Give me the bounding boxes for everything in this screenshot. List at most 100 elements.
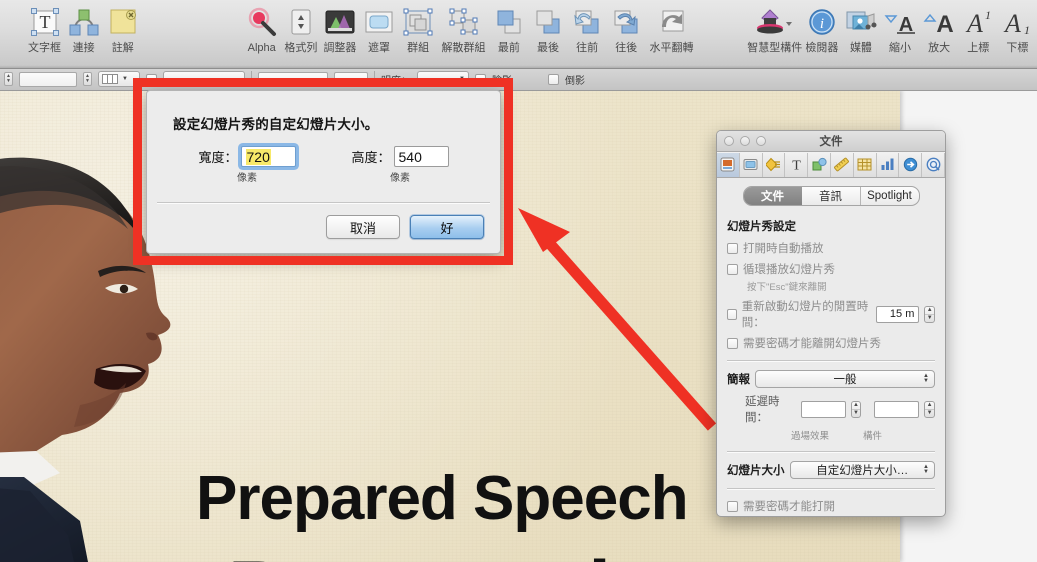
restart-idle-stepper[interactable]: ▲ ▼ — [924, 305, 935, 323]
delay-build-stepper[interactable]: ▲ ▼ — [924, 400, 935, 418]
checkbox-loop[interactable] — [727, 263, 738, 275]
svg-text:1: 1 — [1024, 23, 1030, 37]
superscript-icon: A 1 — [961, 3, 995, 41]
toolbar-button-adjust-image[interactable]: 調整器 — [320, 3, 359, 65]
toolbar-label: 遮罩 — [368, 42, 391, 54]
build-inspector-icon[interactable] — [763, 152, 786, 177]
inspector-titlebar[interactable]: 文件 — [717, 131, 945, 152]
toolbar-button-subscript[interactable]: A 1 下標 — [998, 3, 1037, 65]
toolbar-label: 格式列 — [284, 42, 318, 54]
stroke-width-field[interactable] — [334, 71, 368, 87]
checkbox-password-exit[interactable] — [727, 337, 738, 349]
height-input[interactable]: 540 — [393, 146, 449, 167]
checkbox-reflection[interactable] — [548, 73, 559, 85]
row-restart-idle[interactable]: 重新啟動幻燈片的閒置時間： 15 m ▲ ▼ — [727, 298, 935, 330]
slide-title[interactable]: Prepared Speech — [196, 468, 689, 530]
quicktime-inspector-icon[interactable] — [922, 152, 945, 177]
custom-slide-size-dialog[interactable]: 設定幻燈片秀的自定幻燈片大小。 寬度： 720 像素 高度： 540 像素 取消… — [146, 90, 501, 254]
toolbar-button-ungroup[interactable]: 解散群組 — [438, 3, 490, 65]
chart-inspector-icon[interactable] — [877, 152, 900, 177]
hyperlink-inspector-icon[interactable] — [899, 152, 923, 177]
toolbar-button-smart-builds[interactable]: 智慧型構件 — [747, 3, 802, 65]
metrics-inspector-icon[interactable] — [831, 152, 854, 177]
cancel-button[interactable]: 取消 — [326, 215, 400, 239]
delay-transition-input[interactable] — [800, 400, 846, 418]
tab-document[interactable]: 文件 — [743, 187, 802, 205]
width-input[interactable]: 720 — [240, 146, 296, 167]
checkbox-password-open[interactable] — [727, 500, 738, 512]
main-toolbar[interactable]: T 文字框 連接 註解 Alpha 格式列 調整器 遮罩 群組 解散群組 最前 … — [0, 0, 1037, 69]
toolbar-button-text-box[interactable]: T 文字框 — [25, 3, 64, 65]
slide-size-select[interactable]: 自定幻燈片大小… ▲ ▼ — [789, 461, 935, 479]
checkbox-shadow[interactable] — [475, 73, 486, 85]
line-spacing-field[interactable] — [19, 71, 77, 87]
toolbar-button-inspector[interactable]: i 檢閱器 — [802, 3, 841, 65]
stroke-field[interactable] — [258, 71, 328, 87]
row-password-open[interactable]: 需要密碼才能打開 — [727, 498, 935, 514]
toolbar-button-format-bar[interactable]: 格式列 — [281, 3, 320, 65]
toolbar-button-flip-horizontal[interactable]: 水平翻轉 — [646, 3, 698, 65]
label-presentation: 簡報 — [727, 374, 750, 386]
opacity-select[interactable]: ▼ — [417, 71, 469, 87]
font-bigger-icon: A — [922, 3, 956, 41]
columns-select[interactable]: ▼ — [98, 71, 140, 87]
table-inspector-icon[interactable] — [854, 152, 877, 177]
toolbar-label: 下標 — [1006, 42, 1029, 54]
inspector-tabs[interactable]: 文件 音訊 Spotlight — [742, 186, 920, 206]
bring-forward-icon — [570, 3, 604, 41]
toolbar-button-group[interactable]: 群組 — [399, 3, 438, 65]
row-loop[interactable]: 循環播放幻燈片秀 — [727, 261, 935, 277]
row-slide-size[interactable]: 幻燈片大小 自定幻燈片大小… ▲ ▼ — [727, 461, 935, 479]
presentation-type-select[interactable]: 一般 ▲ ▼ — [755, 370, 935, 388]
checkbox-fill[interactable] — [146, 73, 157, 85]
svg-text:i: i — [820, 16, 824, 32]
fill-color-select[interactable] — [163, 71, 245, 87]
text-inspector-icon[interactable]: T — [785, 152, 809, 177]
row-autoplay[interactable]: 打開時自動播放 — [727, 240, 935, 256]
toolbar-button-font-bigger[interactable]: A 放大 — [920, 3, 959, 65]
restart-idle-value[interactable]: 15 m — [875, 305, 920, 323]
label-password-open: 需要密碼才能打開 — [743, 501, 835, 513]
toolbar-label: 最前 — [497, 42, 520, 54]
svg-text:1: 1 — [985, 8, 991, 22]
line-spacing-stepper[interactable]: ▲ ▼ — [83, 72, 92, 86]
row-presentation[interactable]: 簡報 一般 ▲ ▼ — [727, 370, 935, 388]
document-inspector-icon[interactable] — [717, 152, 740, 177]
delay-build-input[interactable] — [874, 400, 920, 418]
width-unit-label: 像素 — [236, 173, 257, 184]
divider-1 — [727, 360, 935, 362]
inspector-window-title: 文件 — [819, 136, 843, 148]
toolbar-button-media[interactable]: 媒體 — [841, 3, 880, 65]
slide-subtitle[interactable]: Presentation — [228, 550, 708, 562]
tab-audio[interactable]: 音訊 — [802, 187, 860, 205]
delay-transition-stepper[interactable]: ▲ ▼ — [850, 400, 862, 418]
bring-to-front-icon — [492, 3, 526, 41]
dialog-fields: 寬度： 720 像素 高度： 540 像素 — [147, 146, 500, 184]
toolbar-button-mask[interactable]: 遮罩 — [360, 3, 399, 65]
line-spacing-icon[interactable]: ▲ ▼ — [4, 72, 13, 86]
checkbox-autoplay[interactable] — [727, 242, 738, 254]
toolbar-button-font-smaller[interactable]: A 縮小 — [881, 3, 920, 65]
graphic-inspector-icon[interactable] — [808, 152, 831, 177]
toolbar-label: 檢閱器 — [805, 42, 839, 54]
row-delay[interactable]: 延遲時間： ▲ ▼ ▲ ▼ — [745, 393, 935, 425]
tab-spotlight[interactable]: Spotlight — [859, 187, 919, 205]
toolbar-button-alpha[interactable]: Alpha — [242, 3, 281, 65]
document-inspector-panel[interactable]: 文件 T 文件 音訊 Spotlight 幻燈片秀設定 打開時自動播放 循環播放… — [716, 130, 946, 517]
toolbar-button-send-to-back[interactable]: 最後 — [528, 3, 567, 65]
slide-inspector-icon[interactable] — [740, 152, 763, 177]
format-bar[interactable]: ▲ ▼ ▲ ▼ ▼ 明度： ▼ 陰影 倒影 — [0, 68, 1037, 91]
row-password-exit[interactable]: 需要密碼才能離開幻燈片秀 — [727, 335, 935, 351]
font-smaller-icon: A — [883, 3, 917, 41]
ok-button[interactable]: 好 — [410, 215, 484, 239]
checkbox-restart-idle[interactable] — [727, 308, 737, 320]
toolbar-button-superscript[interactable]: A 1 上標 — [959, 3, 998, 65]
toolbar-button-bring-to-front[interactable]: 最前 — [489, 3, 528, 65]
toolbar-button-comment[interactable]: 註解 — [103, 3, 142, 65]
toolbar-button-bring-forward[interactable]: 往前 — [568, 3, 607, 65]
alpha-instant-icon — [245, 3, 279, 41]
divider — [251, 71, 252, 87]
toolbar-button-connection[interactable]: 連接 — [64, 3, 103, 65]
toolbar-button-send-backward[interactable]: 往後 — [607, 3, 646, 65]
inspector-icon-bar[interactable]: T — [717, 152, 945, 178]
